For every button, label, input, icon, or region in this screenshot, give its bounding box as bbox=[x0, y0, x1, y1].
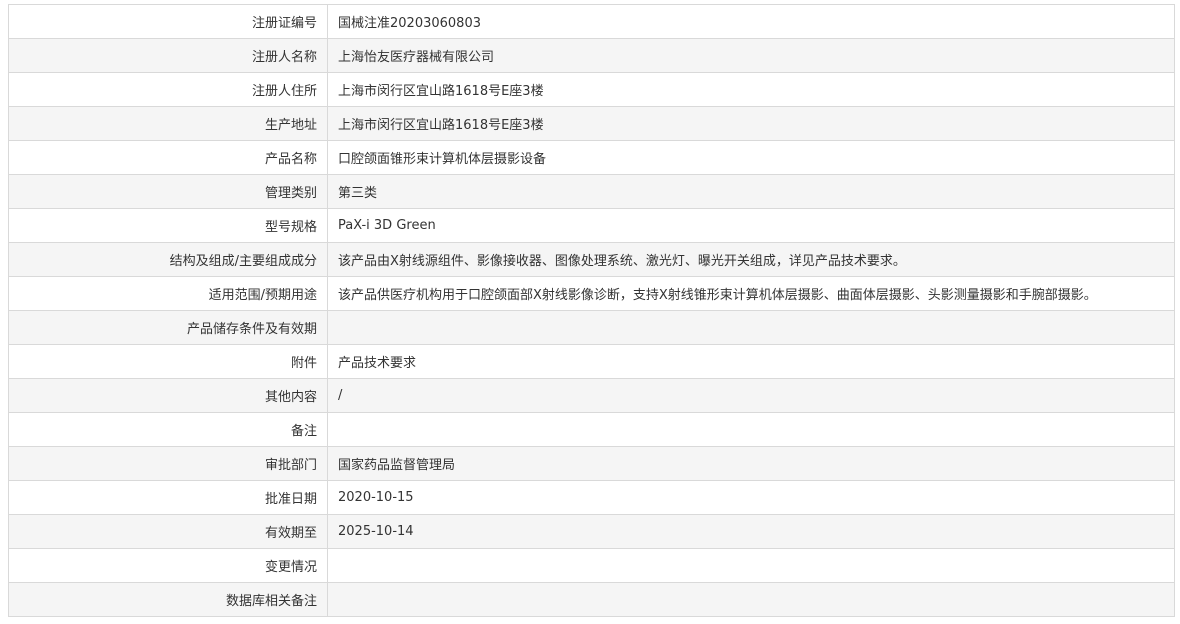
table-row: 适用范围/预期用途 该产品供医疗机构用于口腔颌面部X射线影像诊断，支持X射线锥形… bbox=[8, 276, 1175, 311]
table-row: 注册证编号 国械注准20203060803 bbox=[8, 4, 1175, 39]
field-value-registration-number: 国械注准20203060803 bbox=[327, 4, 1175, 39]
field-value-registrant-address: 上海市闵行区宜山路1618号E座3楼 bbox=[327, 72, 1175, 107]
field-value-approval-department: 国家药品监督管理局 bbox=[327, 446, 1175, 481]
table-row: 生产地址 上海市闵行区宜山路1618号E座3楼 bbox=[8, 106, 1175, 141]
field-value-intended-use: 该产品供医疗机构用于口腔颌面部X射线影像诊断，支持X射线锥形束计算机体层摄影、曲… bbox=[327, 276, 1175, 311]
table-row: 备注 bbox=[8, 412, 1175, 447]
table-row: 附件 产品技术要求 bbox=[8, 344, 1175, 379]
field-value-product-name: 口腔颌面锥形束计算机体层摄影设备 bbox=[327, 140, 1175, 175]
field-label-product-name: 产品名称 bbox=[8, 140, 328, 175]
field-label-management-category: 管理类别 bbox=[8, 174, 328, 209]
table-row: 注册人名称 上海怡友医疗器械有限公司 bbox=[8, 38, 1175, 73]
field-value-structure-composition: 该产品由X射线源组件、影像接收器、图像处理系统、激光灯、曝光开关组成，详见产品技… bbox=[327, 242, 1175, 277]
table-row: 产品储存条件及有效期 bbox=[8, 310, 1175, 345]
field-value-change-history bbox=[327, 548, 1175, 583]
field-label-other-content: 其他内容 bbox=[8, 378, 328, 413]
field-label-attachment: 附件 bbox=[8, 344, 328, 379]
field-value-management-category: 第三类 bbox=[327, 174, 1175, 209]
table-row: 变更情况 bbox=[8, 548, 1175, 583]
field-label-approval-department: 审批部门 bbox=[8, 446, 328, 481]
table-row: 数据库相关备注 bbox=[8, 582, 1175, 617]
field-value-registrant-name: 上海怡友医疗器械有限公司 bbox=[327, 38, 1175, 73]
table-row: 审批部门 国家药品监督管理局 bbox=[8, 446, 1175, 481]
table-row: 其他内容 / bbox=[8, 378, 1175, 413]
field-label-valid-until: 有效期至 bbox=[8, 514, 328, 549]
field-label-registrant-address: 注册人住所 bbox=[8, 72, 328, 107]
field-value-model-spec: PaX-i 3D Green bbox=[327, 208, 1175, 243]
field-value-other-content: / bbox=[327, 378, 1175, 413]
field-label-intended-use: 适用范围/预期用途 bbox=[8, 276, 328, 311]
field-value-production-address: 上海市闵行区宜山路1618号E座3楼 bbox=[327, 106, 1175, 141]
field-label-production-address: 生产地址 bbox=[8, 106, 328, 141]
field-label-remarks: 备注 bbox=[8, 412, 328, 447]
table-row: 有效期至 2025-10-14 bbox=[8, 514, 1175, 549]
field-label-registrant-name: 注册人名称 bbox=[8, 38, 328, 73]
table-row: 产品名称 口腔颌面锥形束计算机体层摄影设备 bbox=[8, 140, 1175, 175]
table-row: 批准日期 2020-10-15 bbox=[8, 480, 1175, 515]
field-value-approval-date: 2020-10-15 bbox=[327, 480, 1175, 515]
table-row: 结构及组成/主要组成成分 该产品由X射线源组件、影像接收器、图像处理系统、激光灯… bbox=[8, 242, 1175, 277]
field-label-database-notes: 数据库相关备注 bbox=[8, 582, 328, 617]
field-value-attachment: 产品技术要求 bbox=[327, 344, 1175, 379]
registration-detail-table: 注册证编号 国械注准20203060803 注册人名称 上海怡友医疗器械有限公司… bbox=[8, 4, 1175, 617]
table-row: 注册人住所 上海市闵行区宜山路1618号E座3楼 bbox=[8, 72, 1175, 107]
field-label-structure-composition: 结构及组成/主要组成成分 bbox=[8, 242, 328, 277]
registration-detail-panel: 注册证编号 国械注准20203060803 注册人名称 上海怡友医疗器械有限公司… bbox=[8, 4, 1175, 617]
field-value-valid-until: 2025-10-14 bbox=[327, 514, 1175, 549]
table-row: 管理类别 第三类 bbox=[8, 174, 1175, 209]
field-value-remarks bbox=[327, 412, 1175, 447]
field-value-database-notes bbox=[327, 582, 1175, 617]
field-label-storage-validity: 产品储存条件及有效期 bbox=[8, 310, 328, 345]
field-value-storage-validity bbox=[327, 310, 1175, 345]
table-row: 型号规格 PaX-i 3D Green bbox=[8, 208, 1175, 243]
field-label-model-spec: 型号规格 bbox=[8, 208, 328, 243]
field-label-registration-number: 注册证编号 bbox=[8, 4, 328, 39]
field-label-approval-date: 批准日期 bbox=[8, 480, 328, 515]
field-label-change-history: 变更情况 bbox=[8, 548, 328, 583]
